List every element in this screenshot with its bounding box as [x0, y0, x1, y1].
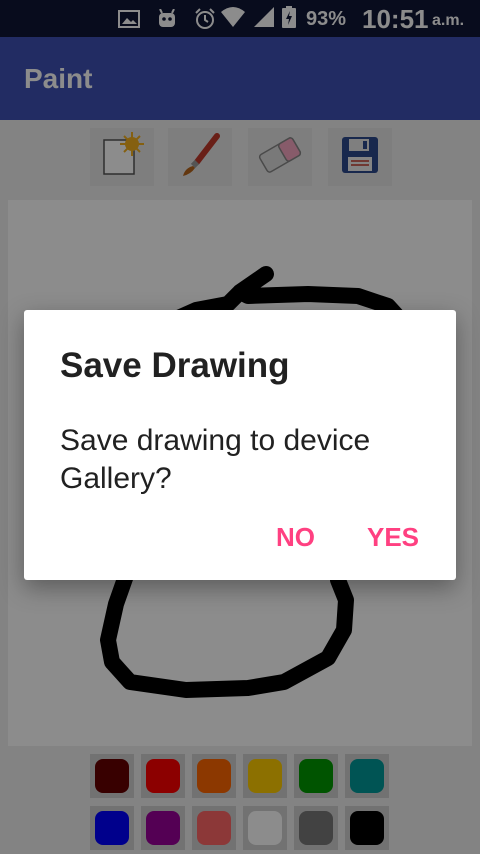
- dialog-title: Save Drawing: [60, 346, 290, 385]
- yes-button[interactable]: YES: [367, 522, 419, 553]
- no-button[interactable]: NO: [276, 522, 315, 553]
- dialog-message: Save drawing to device Gallery?: [60, 424, 371, 495]
- save-drawing-dialog: Save Drawing Save drawing to device Gall…: [24, 310, 456, 580]
